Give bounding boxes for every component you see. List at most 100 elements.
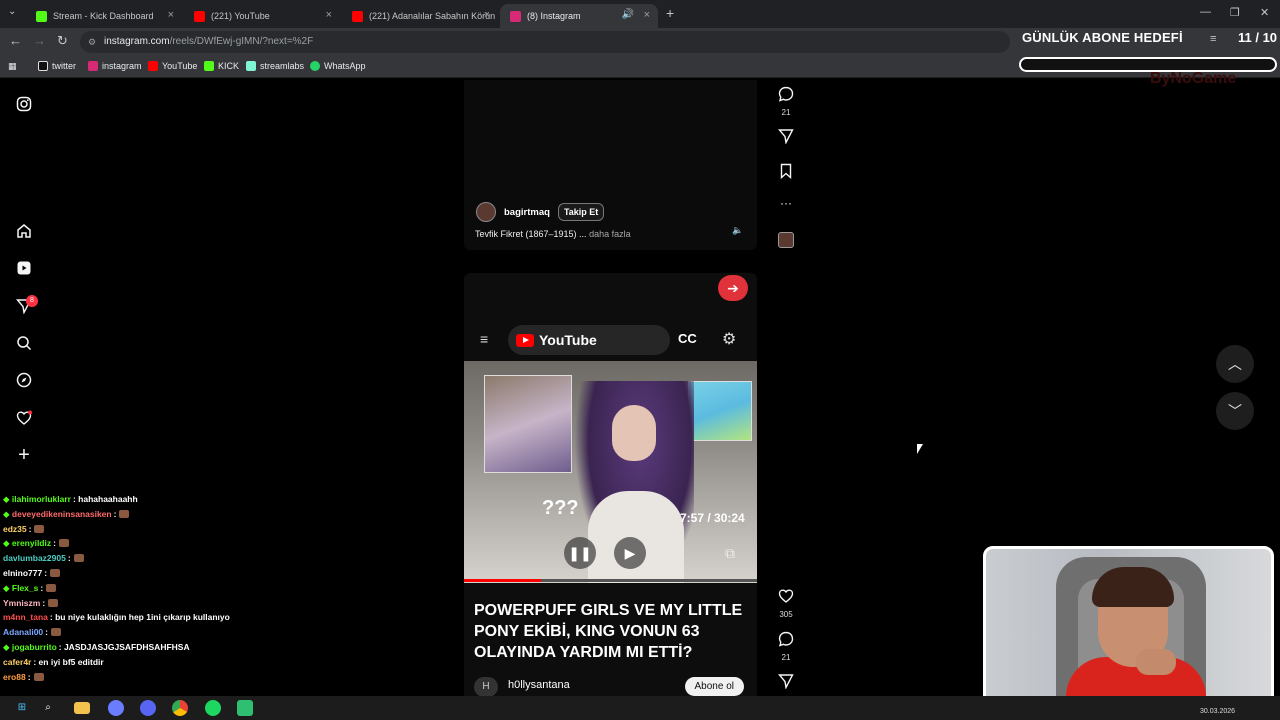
close-tab-icon[interactable]: × <box>168 9 174 21</box>
captions-button[interactable]: CC <box>678 331 697 346</box>
video-frame[interactable]: ??? 7:57 / 30:24 ❚❚ ▶ ⧉ <box>464 361 757 583</box>
chat-message: edz35: <box>0 522 420 537</box>
site-info-icon[interactable]: ⚙ <box>88 31 96 53</box>
chat-username[interactable]: elnino777 <box>3 568 42 578</box>
scroll-up-button[interactable]: ︿ <box>1216 345 1254 383</box>
chat-username[interactable]: Flex_s <box>12 583 38 593</box>
minimize-icon[interactable]: — <box>1200 6 1211 18</box>
chat-message: Adanali00: <box>0 625 420 640</box>
queue-icon[interactable]: ≡ <box>1210 33 1216 45</box>
home-icon[interactable] <box>14 221 34 241</box>
comment-icon <box>778 631 794 647</box>
notifications-heart-icon[interactable] <box>14 408 34 428</box>
windows-taskbar: ⊞ ⌕ 30.03.2026 <box>0 696 1280 720</box>
chat-text: : <box>45 627 48 638</box>
like-button[interactable]: 305 <box>776 588 796 619</box>
arrow-right-icon[interactable]: ➔ <box>718 275 748 301</box>
discord-icon[interactable] <box>140 700 156 716</box>
address-bar[interactable]: ⚙ instagram.com/reels/DWfEwj-gIMN/?next=… <box>80 31 1010 53</box>
speaker-icon[interactable]: 🔊 <box>622 9 634 20</box>
app-icon[interactable] <box>108 700 124 716</box>
menu-icon[interactable]: ≡ <box>480 331 488 347</box>
close-tab-icon[interactable]: × <box>326 9 332 21</box>
instagram-logo-icon[interactable] <box>14 94 34 114</box>
follow-button[interactable]: Takip Et <box>557 203 605 221</box>
comment-button[interactable]: 21 <box>776 631 796 662</box>
whatsapp-icon <box>310 61 320 71</box>
mute-icon[interactable]: 🔈 <box>732 225 743 236</box>
save-button[interactable] <box>776 163 796 184</box>
video-progress-bar[interactable] <box>464 579 757 582</box>
reload-icon[interactable]: ↻ <box>57 33 68 49</box>
comment-count: 21 <box>781 108 791 117</box>
chat-username[interactable]: m4nn_tana <box>3 612 48 622</box>
tab-label: (221) Adanalılar Sabahın Körün <box>369 11 496 21</box>
settings-gear-icon[interactable]: ⚙ <box>722 329 736 349</box>
tab-search-icon[interactable]: ⌄ <box>8 6 16 17</box>
emote-icon <box>73 554 84 563</box>
restore-icon[interactable]: ❐ <box>1230 6 1240 19</box>
chevron-up-icon: ︿ <box>1228 356 1242 372</box>
chrome-icon[interactable] <box>172 700 188 716</box>
file-explorer-icon[interactable] <box>74 702 90 714</box>
more-options-icon[interactable]: ··· <box>776 196 796 210</box>
chat-message: elnino777: <box>0 566 420 581</box>
avatar[interactable] <box>476 202 496 222</box>
share-button[interactable] <box>776 673 796 694</box>
chat-username[interactable]: edz35 <box>3 524 27 534</box>
tab-kick-dashboard[interactable]: Stream - Kick Dashboard × <box>26 4 182 28</box>
tab-youtube[interactable]: (221) YouTube × <box>184 4 340 28</box>
scroll-down-button[interactable]: ﹀ <box>1216 392 1254 430</box>
chat-username[interactable]: ero88 <box>3 672 26 682</box>
create-plus-icon[interactable]: + <box>14 444 34 466</box>
chat-username[interactable]: jogaburrito <box>12 642 57 652</box>
chat-username[interactable]: ilahimorluklarr <box>12 494 71 504</box>
chat-username[interactable]: Adanali00 <box>3 627 43 637</box>
back-icon[interactable]: ← <box>9 33 22 48</box>
video-headline: POWERPUFF GIRLS VE MY LITTLE PONY EKİBİ,… <box>474 602 743 661</box>
windows-start-icon[interactable]: ⊞ <box>14 700 30 716</box>
chat-username[interactable]: cafer4r <box>3 657 31 667</box>
close-tab-icon[interactable]: × <box>644 9 650 21</box>
more-link[interactable]: daha fazla <box>589 229 631 239</box>
chat-username[interactable]: Ymniszm <box>3 598 40 608</box>
external-link-icon[interactable]: ⧉ <box>714 537 746 569</box>
bookmark-instagram[interactable]: instagram <box>88 61 142 71</box>
chat-username[interactable]: erenyildiz <box>12 538 51 548</box>
bookmark-streamlabs[interactable]: streamlabs <box>246 61 304 71</box>
bookmark-twitter[interactable]: twitter <box>38 61 76 71</box>
reel-post-previous[interactable]: bagirtmaq Takip Et Tevfik Fikret (1867–1… <box>464 80 757 250</box>
reel-post-current[interactable]: ➔ ≡ YouTube CC ⚙ ??? 7:57 / 30:24 ❚❚ ▶ ⧉… <box>464 273 757 696</box>
chat-message: cafer4r: en iyi bf5 editdir <box>0 655 420 670</box>
bookmark-youtube[interactable]: YouTube <box>148 61 197 71</box>
powerpuff-thumbnail <box>688 381 752 441</box>
tab-instagram[interactable]: (8) Instagram 🔊 × <box>500 4 658 28</box>
tab-youtube-adanalilar[interactable]: (221) Adanalılar Sabahın Körün × <box>342 4 498 28</box>
channel-name[interactable]: h0llysantana <box>508 679 570 691</box>
chat-text: : <box>67 553 71 564</box>
spotify-icon[interactable] <box>205 700 221 716</box>
new-tab-icon[interactable]: + <box>666 5 674 21</box>
bookmark-kick[interactable]: KICK <box>204 61 239 71</box>
reel-username[interactable]: bagirtmaq <box>504 207 550 218</box>
channel-avatar[interactable]: H <box>474 677 498 696</box>
close-window-icon[interactable]: ✕ <box>1260 6 1269 19</box>
apps-icon[interactable]: ▦ <box>8 61 17 72</box>
play-icon[interactable]: ▶ <box>614 537 646 569</box>
search-icon[interactable]: ⌕ <box>40 700 56 716</box>
chat-username[interactable]: deveyedikeninsanasiken <box>12 509 112 519</box>
reels-icon[interactable] <box>14 258 34 278</box>
search-icon[interactable] <box>14 333 34 353</box>
share-button-top[interactable] <box>776 128 796 149</box>
comment-button-top[interactable]: 21 <box>776 86 796 117</box>
streamlabs-icon[interactable] <box>237 700 253 716</box>
bookmark-whatsapp[interactable]: WhatsApp <box>310 61 366 71</box>
subscriber-badge-icon: ◆ <box>3 494 12 504</box>
forward-icon[interactable]: → <box>33 33 46 48</box>
subscribe-button[interactable]: Abone ol <box>684 677 744 696</box>
chat-username[interactable]: davlumbaz2905 <box>3 553 66 563</box>
close-tab-icon[interactable]: × <box>484 9 490 21</box>
explore-icon[interactable] <box>14 370 34 390</box>
pause-icon[interactable]: ❚❚ <box>564 537 596 569</box>
audio-thumbnail[interactable] <box>778 232 794 248</box>
